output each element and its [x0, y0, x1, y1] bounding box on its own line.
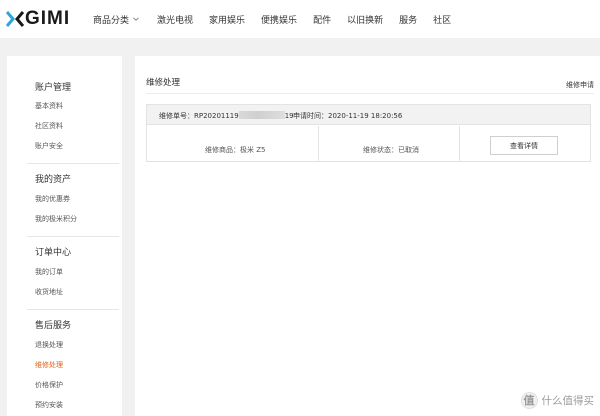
- top-navigation-bar: GIMI 商品分类 激光电视 家用娱乐 便携娱乐 配件 以旧换新 服务 社区: [0, 0, 600, 38]
- sidebar-divider: [27, 309, 119, 310]
- redacted-mask: [238, 111, 285, 119]
- watermark: 值 什么值得买: [520, 390, 595, 410]
- nav-item-community[interactable]: 社区: [433, 13, 451, 26]
- sidebar-item-installation[interactable]: 预约安装: [35, 400, 63, 410]
- sidebar-group-title-account: 账户管理: [35, 83, 72, 93]
- order-number-label: 维修单号：: [159, 112, 194, 120]
- repair-status: 维修状态：已取消: [363, 145, 419, 155]
- brand-logo-text: GIMI: [25, 8, 71, 29]
- apply-time-value: 2020-11-19 18:20:56: [328, 112, 403, 120]
- cell-divider: [459, 126, 460, 162]
- nav-item-portable-entertainment[interactable]: 便携娱乐: [261, 13, 297, 26]
- nav-item-laser-tv[interactable]: 激光电视: [157, 13, 193, 26]
- sidebar-item-community-info[interactable]: 社区资料: [35, 121, 63, 131]
- sidebar-divider: [27, 236, 119, 237]
- repair-record-card: 维修单号：RP20201119 19 申请时间：2020-11-19 18:20:…: [146, 104, 591, 162]
- cell-divider: [318, 126, 319, 162]
- x-logo-icon: [6, 11, 24, 27]
- title-divider: [146, 93, 594, 94]
- chevron-down-icon: [133, 17, 139, 21]
- nav-item-label: 商品分类: [93, 15, 130, 26]
- sidebar-item-returns[interactable]: 退换处理: [35, 340, 63, 350]
- sidebar-item-price-protection[interactable]: 价格保护: [35, 380, 63, 390]
- page-title: 维修处理: [146, 78, 181, 88]
- account-sidebar: 账户管理 基本资料 社区资料 账户安全 我的资产 我的优惠券 我的极米积分 订单…: [7, 56, 122, 416]
- sidebar-group-title-orders: 订单中心: [35, 248, 72, 258]
- nav-item-accessories[interactable]: 配件: [313, 13, 331, 26]
- sidebar-item-my-orders[interactable]: 我的订单: [35, 267, 63, 277]
- nav-item-trade-in[interactable]: 以旧换新: [347, 13, 383, 26]
- sidebar-item-points[interactable]: 我的极米积分: [35, 214, 77, 224]
- order-number-prefix: RP20201119: [194, 112, 239, 120]
- repair-order-number: 维修单号：RP20201119 19: [159, 111, 294, 121]
- product-value: 极米 Z5: [240, 146, 266, 154]
- sidebar-item-account-security[interactable]: 账户安全: [35, 141, 63, 151]
- sidebar-group-title-assets: 我的资产: [35, 175, 72, 185]
- nav-item-home-entertainment[interactable]: 家用娱乐: [209, 13, 245, 26]
- view-details-button[interactable]: 查看详情: [490, 136, 558, 155]
- repair-panel: 维修处理 维修申请 维修单号：RP20201119 19 申请时间：2020-11…: [135, 56, 600, 416]
- repair-record-header: 维修单号：RP20201119 19 申请时间：2020-11-19 18:20:…: [147, 105, 590, 125]
- repair-apply-link[interactable]: 维修申请: [566, 80, 594, 90]
- apply-time: 申请时间：2020-11-19 18:20:56: [293, 111, 402, 121]
- status-label: 维修状态：: [363, 146, 398, 154]
- sidebar-item-basic-info[interactable]: 基本资料: [35, 101, 63, 111]
- watermark-badge-icon: 值: [520, 391, 538, 409]
- nav-item-categories[interactable]: 商品分类: [93, 13, 139, 26]
- sidebar-item-coupons[interactable]: 我的优惠券: [35, 194, 70, 204]
- repair-product: 维修商品：极米 Z5: [205, 145, 265, 155]
- sidebar-group-title-after-sales: 售后服务: [35, 321, 72, 331]
- sidebar-divider: [27, 163, 119, 164]
- nav-item-service[interactable]: 服务: [399, 13, 417, 26]
- product-label: 维修商品：: [205, 146, 240, 154]
- sidebar-item-address[interactable]: 收货地址: [35, 287, 63, 297]
- brand-logo[interactable]: GIMI: [6, 8, 70, 30]
- main-nav: 商品分类 激光电视 家用娱乐 便携娱乐 配件 以旧换新 服务 社区: [93, 0, 451, 38]
- status-value: 已取消: [398, 146, 419, 154]
- watermark-text: 什么值得买: [541, 394, 595, 407]
- sidebar-item-repairs[interactable]: 维修处理: [35, 360, 63, 370]
- apply-time-label: 申请时间：: [293, 112, 328, 120]
